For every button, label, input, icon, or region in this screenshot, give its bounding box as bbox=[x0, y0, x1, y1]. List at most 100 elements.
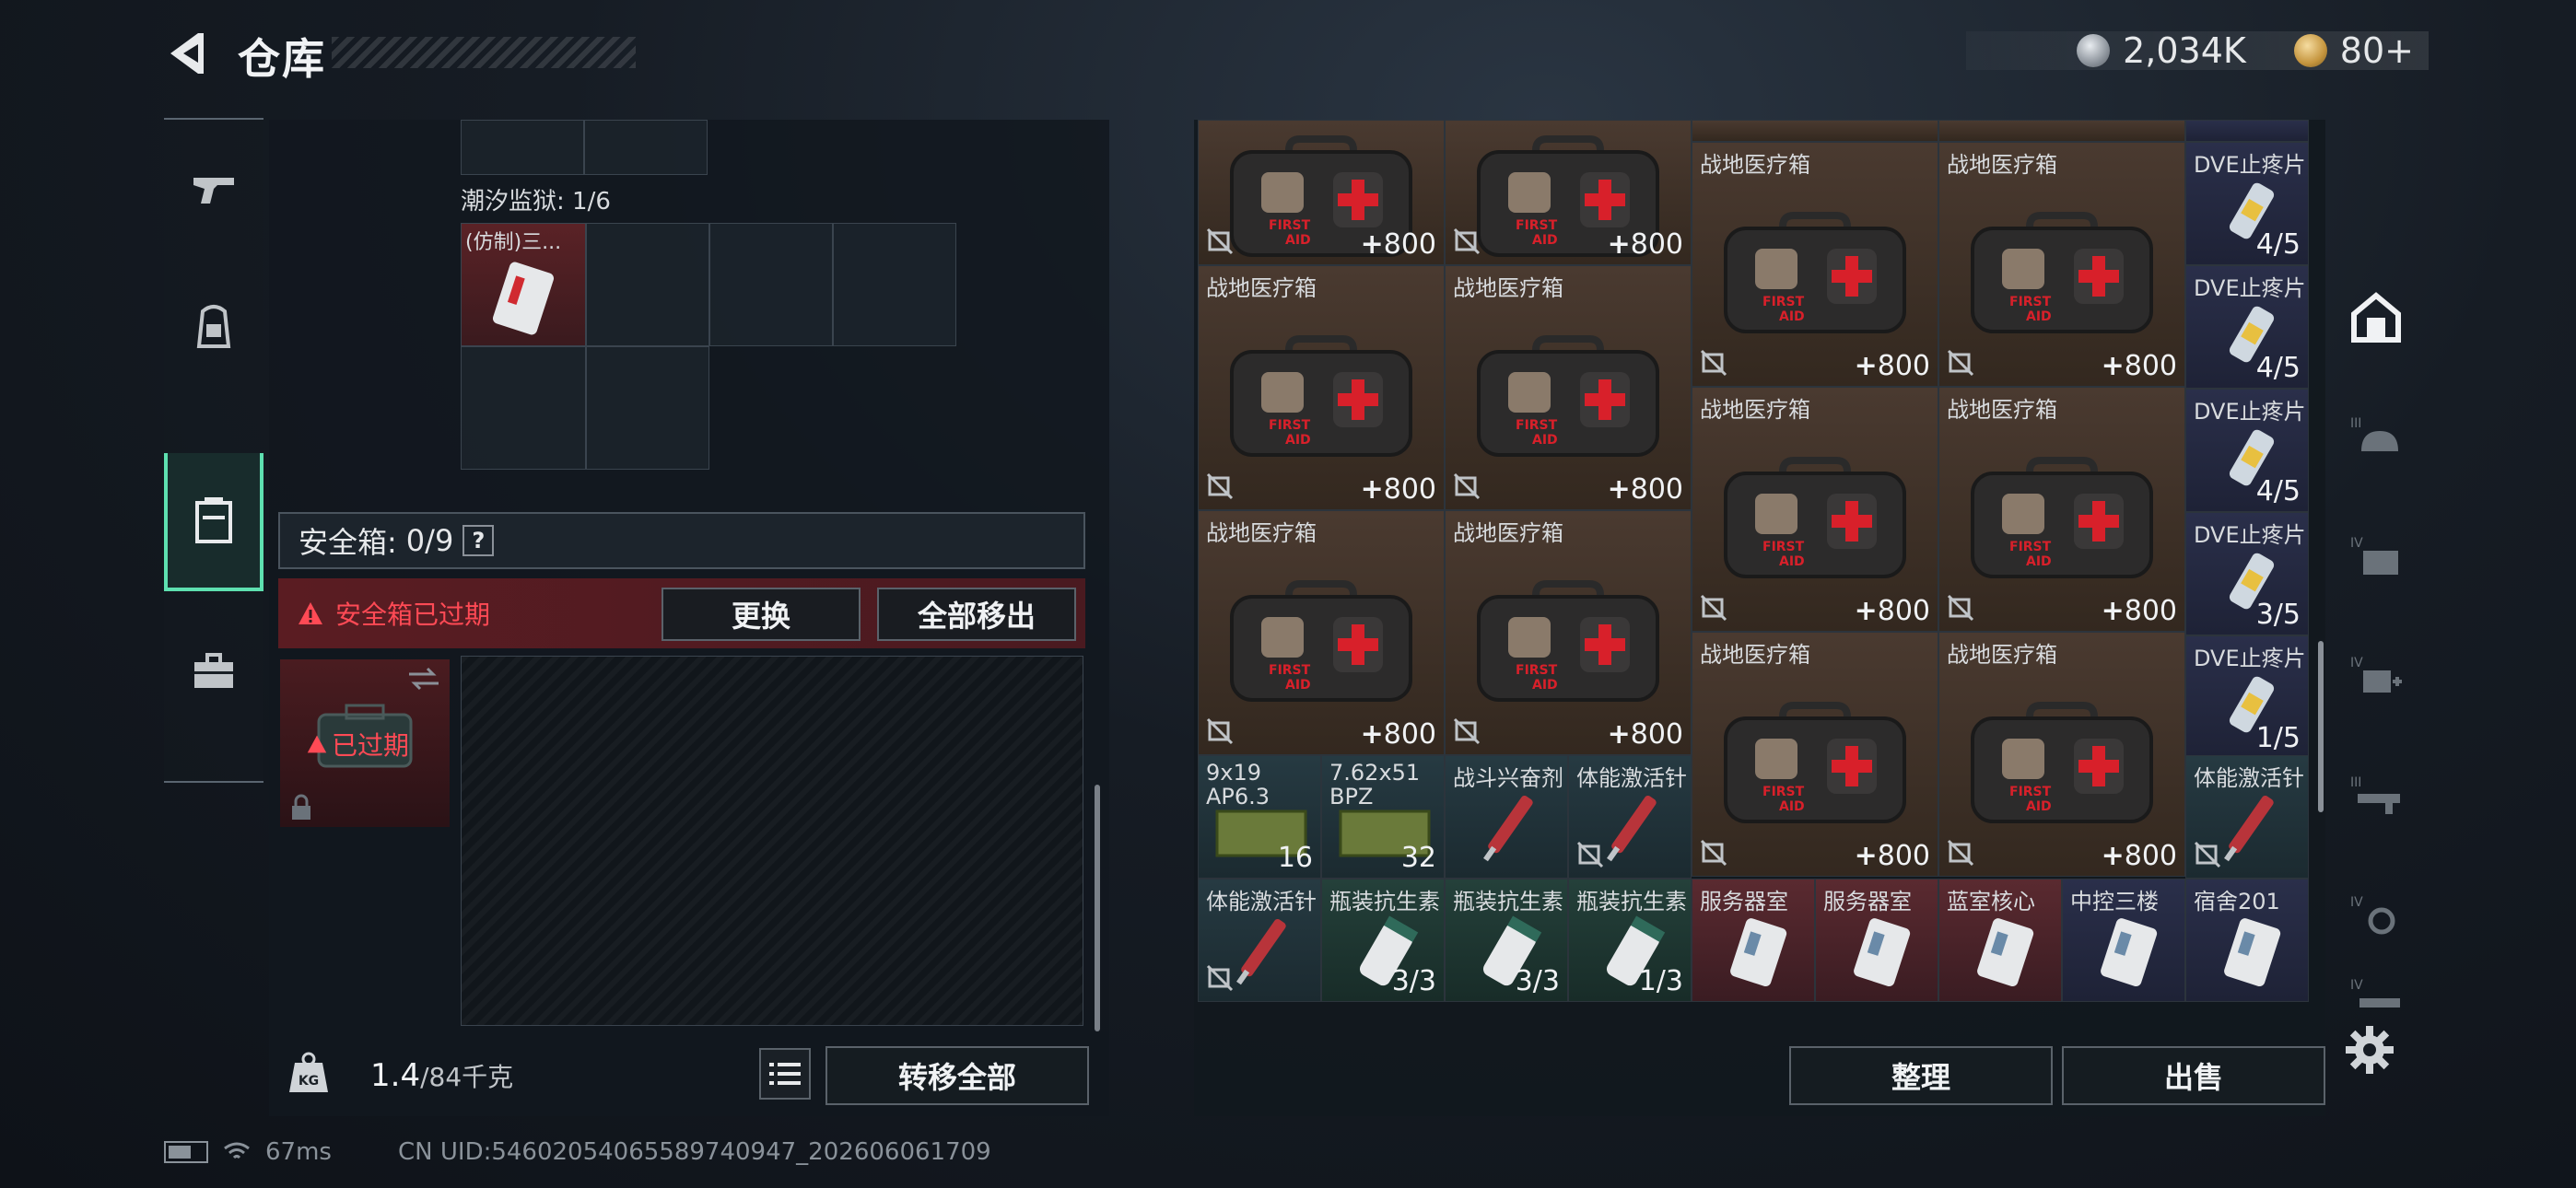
non-tradable-icon bbox=[1700, 349, 1727, 377]
inventory-item[interactable]: FIRST AID 战地医疗箱 +800 bbox=[1445, 265, 1692, 510]
item-value: 1/5 bbox=[2255, 722, 2301, 754]
container-slot[interactable] bbox=[584, 120, 708, 175]
expired-safe-box-item[interactable]: 已过期 bbox=[280, 659, 450, 827]
svg-text:AID: AID bbox=[1532, 233, 1558, 248]
non-tradable-icon bbox=[1700, 839, 1727, 867]
dve-painkiller-item[interactable]: DVE止疼片 4/5 bbox=[2185, 142, 2309, 265]
settings-gear-icon[interactable] bbox=[2344, 1024, 2395, 1076]
inventory-item[interactable]: FIRST AID 战地医疗箱 +800 bbox=[1692, 632, 1938, 877]
item-sub-name: AP6.3 bbox=[1206, 784, 1270, 809]
item-value: +800 bbox=[2101, 595, 2177, 627]
item-value: 4/5 bbox=[2255, 352, 2301, 384]
keycard-icon bbox=[2224, 918, 2281, 987]
inventory-item-partial[interactable] bbox=[2185, 120, 2309, 142]
inventory-item[interactable]: FIRST AID 战地医疗箱 +800 bbox=[1938, 632, 2185, 877]
replace-button[interactable]: 更换 bbox=[662, 588, 861, 641]
item-value: 3/5 bbox=[2255, 599, 2301, 631]
svg-text:AID: AID bbox=[2026, 799, 2052, 814]
stim-syringe-item[interactable]: 体能激活针 bbox=[2185, 755, 2309, 879]
left-category-nav bbox=[164, 118, 263, 783]
container-item-name: (仿制)三... bbox=[465, 231, 562, 254]
item-value: +800 bbox=[1854, 840, 1930, 872]
item-value: +800 bbox=[2101, 840, 2177, 872]
inventory-item[interactable]: FIRST AID 战地医疗箱 +800 bbox=[1692, 387, 1938, 632]
container-slot[interactable] bbox=[461, 120, 584, 175]
list-view-button[interactable] bbox=[759, 1048, 811, 1100]
left-scrollbar[interactable] bbox=[1095, 785, 1100, 1031]
right-scrollbar[interactable] bbox=[2318, 641, 2324, 812]
syringe-icon bbox=[1483, 795, 1533, 862]
safe-box-grid[interactable] bbox=[461, 656, 1083, 1026]
rn-tier4-gear[interactable]: IV bbox=[2336, 866, 2416, 967]
tier4-weapon-icon: IV bbox=[2350, 978, 2400, 1007]
item-name: DVE止疼片 bbox=[2194, 646, 2306, 671]
svg-text:KG: KG bbox=[299, 1074, 319, 1089]
help-icon[interactable]: ? bbox=[463, 525, 495, 556]
item-name: 战地医疗箱 bbox=[1947, 397, 2057, 423]
rn-tier4-box[interactable]: IV bbox=[2336, 507, 2416, 608]
container-slot[interactable] bbox=[833, 223, 956, 346]
item-name: 战地医疗箱 bbox=[1206, 520, 1317, 546]
ping-readout: 67ms bbox=[265, 1138, 332, 1166]
container-item[interactable]: (仿制)三... bbox=[461, 223, 586, 346]
container-slot[interactable] bbox=[461, 346, 586, 470]
dve-painkiller-item[interactable]: DVE止疼片 4/5 bbox=[2185, 389, 2309, 512]
row6-item[interactable]: 体能激活针 bbox=[1198, 879, 1321, 1002]
non-tradable-icon bbox=[1453, 717, 1481, 745]
title-decoration bbox=[332, 37, 636, 68]
inventory-item[interactable]: FIRST AID +800 bbox=[1198, 120, 1445, 265]
row6-item[interactable]: 瓶装抗生素 3/3 bbox=[1445, 879, 1568, 1002]
nav-safe-box[interactable] bbox=[164, 453, 263, 591]
container-slot[interactable] bbox=[709, 223, 833, 346]
row5-item[interactable]: 体能激活针 bbox=[1568, 755, 1692, 879]
inventory-item[interactable]: FIRST AID 战地医疗箱 +800 bbox=[1445, 510, 1692, 755]
svg-text:FIRST: FIRST bbox=[2009, 785, 2052, 799]
dve-painkiller-item[interactable]: DVE止疼片 4/5 bbox=[2185, 265, 2309, 389]
container-slot[interactable] bbox=[586, 346, 709, 470]
nav-weapons[interactable] bbox=[164, 120, 263, 258]
inventory-item[interactable]: FIRST AID 战地医疗箱 +800 bbox=[1198, 510, 1445, 755]
dve-painkiller-item[interactable]: DVE止疼片 1/5 bbox=[2185, 635, 2309, 759]
row6-item[interactable]: 瓶装抗生素 3/3 bbox=[1321, 879, 1445, 1002]
svg-text:III: III bbox=[2350, 775, 2361, 790]
safe-box-label: 安全箱: bbox=[299, 525, 397, 560]
inventory-item[interactable]: FIRST AID 战地医疗箱 +800 bbox=[1938, 387, 2185, 632]
inventory-item-partial[interactable] bbox=[1692, 120, 1938, 142]
row6-item[interactable]: 瓶装抗生素 1/3 bbox=[1568, 879, 1692, 1002]
item-value: 16 bbox=[1277, 842, 1313, 874]
item-name: 战地医疗箱 bbox=[1453, 520, 1563, 546]
sell-button[interactable]: 出售 bbox=[2062, 1046, 2325, 1105]
container-slot[interactable] bbox=[586, 223, 709, 346]
nav-briefcase[interactable] bbox=[164, 602, 263, 740]
inventory-item[interactable]: FIRST AID 战地医疗箱 +800 bbox=[1938, 142, 2185, 387]
row5-item[interactable]: 7.62x51 BPZ 32 bbox=[1321, 755, 1445, 879]
inventory-item[interactable]: FIRST AID 战地医疗箱 +800 bbox=[1198, 265, 1445, 510]
remove-all-button[interactable]: 全部移出 bbox=[877, 588, 1076, 641]
nav-backpack[interactable] bbox=[164, 258, 263, 396]
row6-item[interactable]: 服务器室 bbox=[1692, 879, 1815, 1002]
row6-item[interactable]: 中控三楼 bbox=[2062, 879, 2185, 1002]
transfer-all-button[interactable]: 转移全部 bbox=[825, 1046, 1089, 1105]
inventory-item[interactable]: FIRST AID 战地医疗箱 +800 bbox=[1692, 142, 1938, 387]
dve-painkiller-item[interactable]: DVE止疼片 3/5 bbox=[2185, 512, 2309, 635]
medkit-icon: FIRSTAID bbox=[1724, 701, 1906, 823]
inventory-item-partial[interactable] bbox=[1938, 120, 2185, 142]
rn-tier3-rifle[interactable]: III bbox=[2336, 746, 2416, 847]
inventory-item[interactable]: FIRST AID +800 bbox=[1445, 120, 1692, 265]
svg-text:AID: AID bbox=[2026, 554, 2052, 569]
svg-text:AID: AID bbox=[1285, 433, 1311, 448]
back-arrow-icon[interactable] bbox=[161, 28, 209, 79]
rn-tier3-helmet[interactable]: III bbox=[2336, 387, 2416, 488]
row6-item[interactable]: 宿舍201 bbox=[2185, 879, 2309, 1002]
item-name: DVE止疼片 bbox=[2194, 399, 2306, 425]
rn-tier4-medical[interactable]: IV bbox=[2336, 626, 2416, 728]
warehouse-icon bbox=[2351, 292, 2401, 343]
row6-item[interactable]: 蓝室核心 bbox=[1938, 879, 2062, 1002]
row5-item[interactable]: 9x19 AP6.3 16 bbox=[1198, 755, 1321, 879]
rn-warehouse[interactable] bbox=[2336, 267, 2416, 368]
row6-item[interactable]: 服务器室 bbox=[1815, 879, 1938, 1002]
sort-button[interactable]: 整理 bbox=[1789, 1046, 2053, 1105]
item-value: 3/3 bbox=[1391, 965, 1436, 997]
row5-item[interactable]: 战斗兴奋剂 bbox=[1445, 755, 1568, 879]
keycard-icon bbox=[1730, 918, 1787, 987]
